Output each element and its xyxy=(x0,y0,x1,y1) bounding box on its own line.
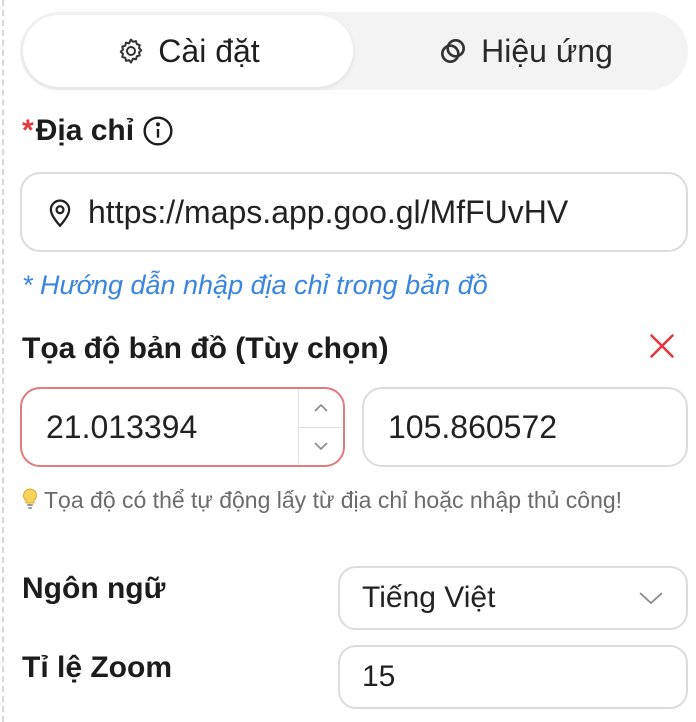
address-input[interactable]: https://maps.app.goo.gl/MfFUvHV xyxy=(20,172,688,252)
tab-effects-label: Hiệu ứng xyxy=(481,32,613,69)
language-value: Tiếng Việt xyxy=(362,581,496,614)
language-select[interactable]: Tiếng Việt xyxy=(338,566,688,630)
address-label-row: * Địa chỉ xyxy=(22,114,174,148)
required-asterisk: * xyxy=(22,114,34,147)
coordinates-tip: Tọa độ có thể tự động lấy từ địa chỉ hoặ… xyxy=(22,484,662,518)
gear-icon xyxy=(116,36,146,66)
longitude-input[interactable]: 105.860572 xyxy=(362,387,688,467)
lightbulb-icon xyxy=(22,486,38,518)
tab-effects[interactable]: Hiệu ứng xyxy=(365,15,685,87)
coordinates-tip-text: Tọa độ có thể tự động lấy từ địa chỉ hoặ… xyxy=(44,487,623,513)
zoom-label: Tỉ lệ Zoom xyxy=(22,651,172,684)
tab-bar: Cài đặt Hiệu ứng xyxy=(20,12,688,90)
latitude-stepper xyxy=(298,389,343,465)
zoom-input[interactable]: 15 xyxy=(338,645,688,709)
language-label: Ngôn ngữ xyxy=(22,572,166,605)
info-icon[interactable] xyxy=(142,115,174,147)
effect-rings-icon xyxy=(437,35,469,67)
tab-settings-label: Cài đặt xyxy=(158,32,260,69)
address-label: Địa chỉ xyxy=(35,114,135,147)
chevron-down-icon xyxy=(314,442,328,451)
tab-settings[interactable]: Cài đặt xyxy=(23,15,353,87)
coordinates-label: Tọa độ bản đồ (Tùy chọn) xyxy=(22,332,389,365)
decrement-button[interactable] xyxy=(299,428,343,466)
address-guide-link[interactable]: * Hướng dẫn nhập địa chỉ trong bản đồ xyxy=(22,270,488,301)
left-dashed-divider xyxy=(2,0,4,722)
address-value: https://maps.app.goo.gl/MfFUvHV xyxy=(88,193,569,230)
zoom-value: 15 xyxy=(362,660,396,693)
latitude-input[interactable]: 21.013394 xyxy=(20,387,345,467)
latitude-value: 21.013394 xyxy=(46,408,198,445)
map-pin-icon xyxy=(46,196,74,228)
chevron-down-icon xyxy=(639,592,663,605)
increment-button[interactable] xyxy=(299,389,343,428)
clear-coordinates-icon[interactable] xyxy=(648,332,676,365)
longitude-value: 105.860572 xyxy=(388,408,558,445)
chevron-up-icon xyxy=(314,403,328,412)
